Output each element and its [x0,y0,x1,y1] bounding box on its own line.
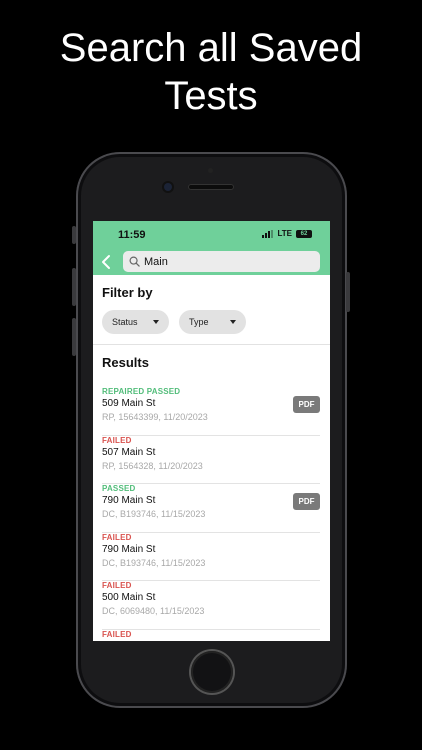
caret-down-icon [153,320,159,324]
filter-title: Filter by [102,285,153,300]
network-label: LTE [277,229,292,238]
pdf-button[interactable]: PDF [293,493,320,510]
result-status: FAILED [102,629,132,639]
front-camera [164,183,172,191]
result-meta: RP, 1564328, 11/20/2023 [102,460,203,471]
marketing-headline: Search all Saved Tests [0,24,422,120]
result-meta: DC, B193746, 11/15/2023 [102,557,206,568]
result-meta: DC, B193746, 11/15/2023 [102,509,206,519]
result-status: REPAIRED PASSED [102,387,181,396]
search-value: Main [144,255,168,268]
app-header: 11:59 LTE 62 Main [93,221,330,275]
magnifier-icon [129,256,140,267]
type-filter-dropdown[interactable]: Type [179,310,246,334]
back-button[interactable] [98,253,116,271]
headline-line-1: Search all Saved [59,26,363,70]
search-input[interactable]: Main [123,251,320,272]
status-filter-dropdown[interactable]: Status [102,310,169,334]
signal-icon [262,229,274,238]
proximity-sensor [208,168,213,173]
battery-icon: 62 [296,229,312,238]
result-address: 790 Main St [102,543,156,555]
result-row[interactable]: PASSED 790 Main St DC, B193746, 11/15/20… [102,484,320,533]
result-row[interactable]: FAILED 500 Main St DC, 6069480, 11/15/20… [102,581,320,630]
result-status: FAILED [102,581,132,590]
result-row[interactable]: FAILED 507 Main St RP, 1564328, 11/20/20… [102,435,320,484]
section-divider [93,344,330,345]
caret-down-icon [230,320,236,324]
results-list: REPAIRED PASSED 509 Main St RP, 15643399… [93,387,330,641]
results-title: Results [102,355,149,370]
result-status: FAILED [102,532,132,542]
status-indicators: LTE 62 [262,229,312,238]
result-address: 507 Main St [102,446,156,458]
earpiece-speaker [188,184,234,190]
headline-line-2: Tests [164,74,258,118]
volume-up-button [72,268,76,306]
pdf-button[interactable]: PDF [293,396,320,413]
type-filter-label: Type [189,317,209,327]
status-time: 11:59 [118,229,146,241]
result-row[interactable]: REPAIRED PASSED 509 Main St RP, 15643399… [102,387,320,436]
result-meta: RP, 15643399, 11/20/2023 [102,412,208,422]
mute-switch [72,226,76,244]
result-address: 500 Main St [102,592,156,603]
result-status: FAILED [102,435,132,445]
result-status: PASSED [102,484,136,493]
power-button [346,272,350,312]
chevron-left-icon [102,255,110,269]
app-screen: 11:59 LTE 62 Main Filter by Status Type [93,221,330,641]
status-filter-label: Status [112,317,138,327]
result-row[interactable]: FAILED 790 Main St DC, B193746, 11/15/20… [102,532,320,581]
result-address: 509 Main St [102,398,156,409]
result-row[interactable]: FAILED [102,630,320,642]
volume-down-button [72,318,76,356]
result-address: 790 Main St [102,495,156,506]
result-meta: DC, 6069480, 11/15/2023 [102,606,205,616]
home-button[interactable] [191,651,233,693]
